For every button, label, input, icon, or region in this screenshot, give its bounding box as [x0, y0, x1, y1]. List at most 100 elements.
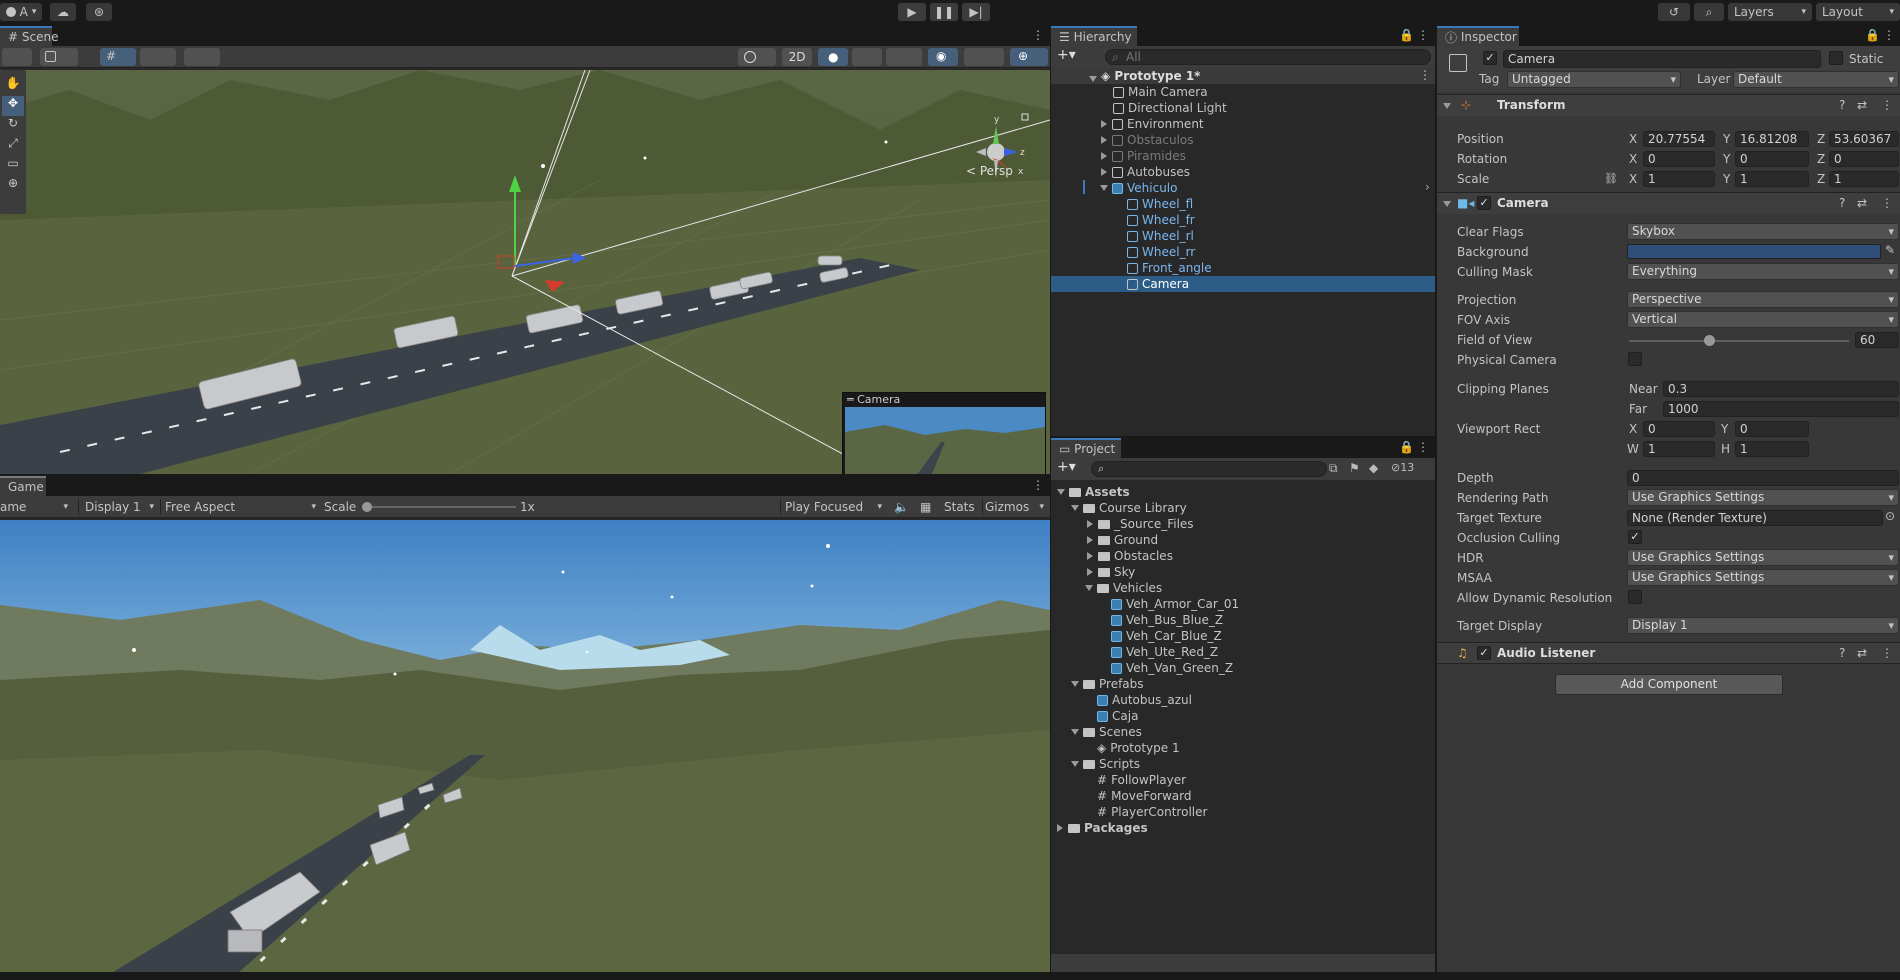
play-button[interactable]: ▶	[898, 3, 926, 21]
draw-mode-button[interactable]	[2, 48, 32, 66]
hierarchy-item[interactable]: Directional Light	[1113, 100, 1227, 116]
position-x-input[interactable]: 20.77554	[1643, 131, 1715, 147]
position-y-input[interactable]: 16.81208	[1735, 131, 1809, 147]
culling-mask-dropdown[interactable]: Everything	[1627, 263, 1899, 280]
history-button[interactable]: ↺	[1658, 3, 1690, 21]
rotate-tool-icon[interactable]: ↻	[2, 116, 24, 136]
scale-tool-icon[interactable]: ⤢	[2, 136, 24, 156]
project-folder[interactable]: Vehicles	[1085, 580, 1162, 596]
lighting-toggle[interactable]: ●	[818, 48, 848, 66]
lock-icon[interactable]: 🔒	[1399, 28, 1414, 42]
dynamic-resolution-checkbox[interactable]	[1628, 590, 1642, 604]
position-z-input[interactable]: 53.60367	[1829, 131, 1899, 147]
rotation-y-input[interactable]: 0	[1735, 151, 1809, 167]
hierarchy-item[interactable]: Obstaculos	[1101, 132, 1194, 148]
msaa-dropdown[interactable]: Use Graphics Settings	[1627, 569, 1899, 586]
favorite-icon[interactable]: ◆	[1369, 461, 1378, 475]
project-folder[interactable]: Prefabs	[1071, 676, 1144, 692]
project-asset[interactable]: Veh_Bus_Blue_Z	[1111, 612, 1223, 628]
rotation-x-input[interactable]: 0	[1643, 151, 1715, 167]
far-input[interactable]: 1000	[1663, 401, 1899, 417]
collapse-arrow-icon[interactable]	[1071, 505, 1079, 511]
presets-icon[interactable]: ⇄	[1857, 196, 1867, 210]
layers-dropdown[interactable]: Layers ▾	[1728, 3, 1812, 21]
help-icon[interactable]: ?	[1839, 98, 1845, 112]
hdr-dropdown[interactable]: Use Graphics Settings	[1627, 549, 1899, 566]
search-by-type-icon[interactable]: ⧉	[1329, 461, 1338, 476]
fov-slider[interactable]	[1629, 335, 1849, 346]
project-menu-icon[interactable]: ⋮	[1417, 440, 1429, 454]
mute-audio-icon[interactable]: 🔈	[894, 499, 909, 515]
project-asset[interactable]: Veh_Ute_Red_Z	[1111, 644, 1218, 660]
grid-snap-button[interactable]: #	[100, 48, 136, 66]
collapse-arrow-icon[interactable]	[1057, 489, 1065, 495]
game-mode-dropdown[interactable]: ame ▾	[0, 499, 72, 515]
project-folder[interactable]: _Source_Files	[1087, 516, 1194, 532]
expand-arrow-icon[interactable]	[1057, 824, 1063, 832]
viewport-y-input[interactable]: 0	[1735, 421, 1809, 437]
expand-arrow-icon[interactable]	[1101, 168, 1107, 176]
stats-button[interactable]: Stats	[944, 499, 975, 515]
target-display-dropdown[interactable]: Display 1	[1627, 617, 1899, 634]
hidden-packages-toggle[interactable]: ⊘13	[1391, 461, 1414, 474]
presets-icon[interactable]: ⇄	[1857, 98, 1867, 112]
layer-dropdown[interactable]: Default	[1733, 71, 1899, 88]
hierarchy-item[interactable]: Wheel_fr	[1127, 212, 1195, 228]
expand-arrow-icon[interactable]	[1101, 152, 1107, 160]
scene-menu-icon[interactable]: ⋮	[1032, 28, 1044, 42]
hierarchy-item[interactable]: Main Camera	[1113, 84, 1208, 100]
project-asset[interactable]: Autobus_azul	[1097, 692, 1192, 708]
lock-icon[interactable]: 🔒	[1865, 28, 1880, 42]
project-folder[interactable]: Sky	[1087, 564, 1135, 580]
game-viewport[interactable]	[0, 520, 1050, 980]
gizmos-toggle[interactable]: ⊕	[1010, 48, 1048, 66]
hierarchy-search-input[interactable]: ⌕ All	[1105, 49, 1431, 65]
depth-input[interactable]: 0	[1627, 470, 1899, 486]
eyedropper-icon[interactable]: ✎	[1885, 243, 1895, 257]
search-button[interactable]: ⌕	[1694, 3, 1724, 21]
physical-camera-checkbox[interactable]	[1628, 352, 1642, 366]
project-folder[interactable]: Assets	[1057, 484, 1130, 500]
effects-button[interactable]	[886, 48, 922, 66]
tab-game[interactable]: Game	[0, 476, 46, 496]
pause-button[interactable]: ❚❚	[930, 3, 958, 21]
create-button[interactable]: +▾	[1057, 47, 1076, 63]
hierarchy-item[interactable]: Vehiculo	[1100, 180, 1177, 196]
camera-enabled-checkbox[interactable]: ✓	[1477, 196, 1491, 210]
occlusion-culling-checkbox[interactable]: ✓	[1628, 530, 1642, 544]
expand-arrow-icon[interactable]	[1087, 552, 1093, 560]
inspector-menu-icon[interactable]: ⋮	[1883, 28, 1895, 42]
target-texture-field[interactable]: None (Render Texture)	[1627, 510, 1883, 526]
aspect-dropdown[interactable]: Free Aspect ▾	[160, 499, 320, 515]
project-folder[interactable]: Obstacles	[1087, 548, 1173, 564]
tab-project[interactable]: ▭ Project	[1051, 438, 1121, 458]
project-folder[interactable]: Packages	[1057, 820, 1148, 836]
clear-flags-dropdown[interactable]: Skybox	[1627, 223, 1899, 240]
audio-toggle[interactable]	[852, 48, 882, 66]
project-asset[interactable]: # MoveForward	[1097, 788, 1192, 804]
scene-root-row[interactable]: ◈ Prototype 1* ⋮	[1051, 68, 1435, 84]
object-picker-icon[interactable]: ⊙	[1885, 509, 1895, 523]
hierarchy-item[interactable]: Front_angle	[1127, 260, 1212, 276]
rect-tool-icon[interactable]: ▭	[2, 156, 24, 176]
component-menu-icon[interactable]: ⋮	[1881, 646, 1893, 660]
tab-inspector[interactable]: ⓘ Inspector	[1437, 26, 1519, 46]
component-menu-icon[interactable]: ⋮	[1881, 98, 1893, 112]
object-name-input[interactable]: Camera	[1503, 50, 1821, 68]
create-button[interactable]: +▾	[1057, 459, 1076, 475]
chevron-right-icon[interactable]: ›	[1425, 180, 1430, 194]
viewport-w-input[interactable]: 1	[1643, 441, 1715, 457]
hierarchy-item[interactable]: Environment	[1101, 116, 1204, 132]
project-asset[interactable]: Veh_Armor_Car_01	[1111, 596, 1239, 612]
audio-listener-checkbox[interactable]: ✓	[1477, 646, 1491, 660]
move-tool-icon[interactable]: ✥	[2, 96, 24, 116]
rotation-z-input[interactable]: 0	[1829, 151, 1899, 167]
hidden-objects-toggle[interactable]: ◉	[928, 48, 958, 66]
account-dropdown[interactable]: A ▾	[0, 3, 42, 21]
expand-arrow-icon[interactable]	[1087, 568, 1093, 576]
collapse-arrow-icon[interactable]	[1071, 761, 1079, 767]
lock-icon[interactable]: 🔒	[1399, 440, 1414, 454]
hierarchy-item[interactable]: Piramides	[1101, 148, 1186, 164]
hierarchy-item[interactable]: Wheel_fl	[1127, 196, 1193, 212]
cloud-button[interactable]: ☁	[50, 3, 76, 21]
